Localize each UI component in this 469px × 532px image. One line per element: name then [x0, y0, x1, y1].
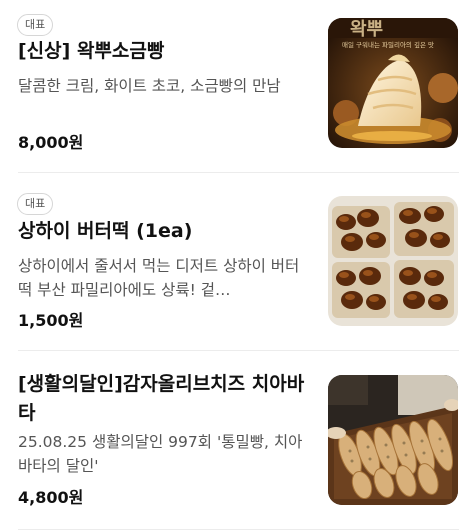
menu-item-ciabatta[interactable]: [생활의달인]감자올리브치즈 치아바타 25.08.25 생활의달인 997회 …: [0, 352, 469, 532]
photo-caption: 매일 구워내는 파밀리아의 깊은 맛: [342, 40, 434, 49]
menu-item-name: [생활의달인]감자올리브치즈 치아바타: [18, 373, 305, 424]
menu-item-photo: [328, 375, 458, 505]
menu-list: 대표 [신상] 왁뿌소금빵 달콤한 크림, 화이트 초코, 소금빵의 만남 8,…: [0, 0, 469, 532]
menu-item-description: 달콤한 크림, 화이트 초코, 소금빵의 만남: [18, 77, 281, 95]
menu-item-butter-mochi[interactable]: 대표 상하이 버터떡 (1ea) 상하이에서 줄서서 먹는 디저트 상하이 버터…: [0, 176, 469, 351]
signature-badge: 대표: [17, 14, 54, 36]
item-divider: [18, 529, 459, 530]
menu-item-photo: 왁뿌 매일 구워내는 파밀리아의 깊은 맛: [328, 18, 458, 148]
menu-item-name: [신상] 왁뿌소금빵: [18, 40, 165, 62]
menu-item-price: 1,500원: [18, 311, 84, 330]
menu-item-photo: [328, 196, 458, 326]
menu-item-description: 상하이에서 줄서서 먹는 디저트 상하이 버터떡 부산 파밀리아에도 상륙! 겉…: [18, 257, 300, 299]
menu-item-salt-bread[interactable]: 대표 [신상] 왁뿌소금빵 달콤한 크림, 화이트 초코, 소금빵의 만남 8,…: [0, 0, 469, 175]
svg-text:왁뿌: 왁뿌: [350, 19, 383, 40]
item-divider: [18, 350, 459, 351]
menu-item-price: 4,800원: [18, 488, 84, 507]
item-divider: [18, 172, 459, 173]
menu-item-price: 8,000원: [18, 133, 84, 152]
signature-badge: 대표: [17, 193, 54, 215]
menu-item-name: 상하이 버터떡 (1ea): [18, 220, 193, 242]
menu-item-description: 25.08.25 생활의달인 997회 '통밀빵, 치아바타의 달인': [18, 433, 303, 475]
